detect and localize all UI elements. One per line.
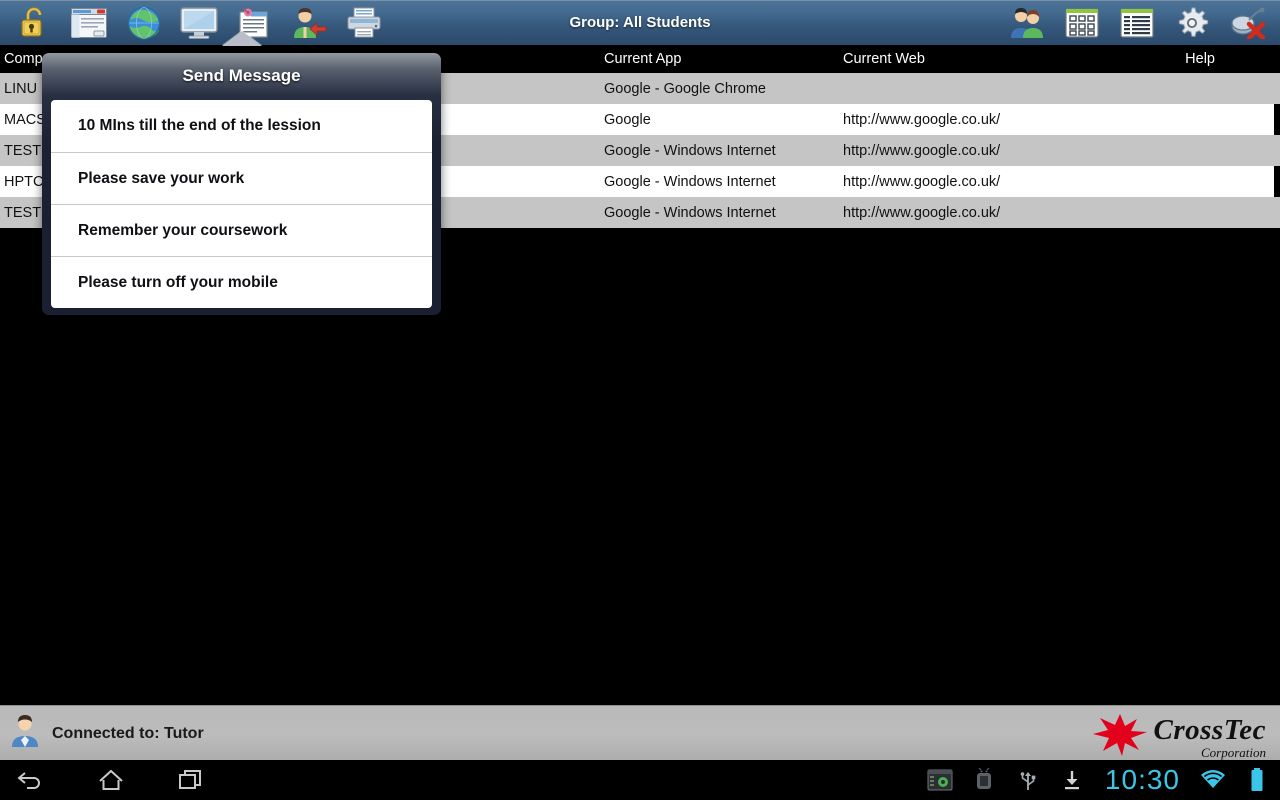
keypad-icon[interactable]	[1054, 0, 1109, 45]
android-usb-icon[interactable]	[969, 765, 999, 795]
web-restrict-icon[interactable]	[116, 0, 171, 45]
usb-icon[interactable]	[1013, 765, 1043, 795]
back-arrow-icon[interactable]	[10, 760, 52, 800]
popup-message-item[interactable]: 10 MIns till the end of the lession	[51, 100, 432, 152]
cell-help	[1130, 73, 1270, 104]
cell-help	[1130, 166, 1270, 197]
top-toolbar: Group: All Students	[0, 0, 1280, 45]
toolbar-left-group	[6, 0, 391, 45]
wifi-icon[interactable]	[1198, 765, 1228, 795]
cell-current-app: Google - Windows Internet	[604, 142, 776, 159]
toolbar-right-group	[999, 0, 1274, 45]
cell-help	[1130, 197, 1270, 228]
cell-current-app: Google - Windows Internet	[604, 173, 776, 190]
list-view-icon[interactable]	[1109, 0, 1164, 45]
blank-screen-icon[interactable]	[61, 0, 116, 45]
download-icon[interactable]	[1057, 765, 1087, 795]
students-icon[interactable]	[999, 0, 1054, 45]
popup-message-list: 10 MIns till the end of the lession Plea…	[51, 100, 432, 308]
cell-current-web: http://www.google.co.uk/	[843, 111, 1001, 128]
connection-status: Connected to: Tutor	[10, 706, 204, 761]
settings-gear-icon[interactable]	[1164, 0, 1219, 45]
popup-message-item[interactable]: Please save your work	[51, 152, 432, 204]
nav-buttons	[10, 760, 212, 800]
column-header-current-app[interactable]: Current App	[604, 45, 834, 73]
cell-current-app: Google	[604, 111, 651, 128]
status-bar: Connected to: Tutor CrossTec Corporation	[0, 705, 1280, 760]
user-avatar-icon	[10, 714, 40, 753]
popup-caret-icon	[222, 31, 262, 46]
cell-current-web: http://www.google.co.uk/	[843, 204, 1001, 221]
cell-current-web	[843, 73, 1123, 104]
popup-message-item[interactable]: Please turn off your mobile	[51, 256, 432, 308]
recent-apps-icon[interactable]	[170, 760, 212, 800]
disconnect-icon[interactable]	[1219, 0, 1274, 45]
system-tray: 10:30	[925, 760, 1272, 800]
screenshot-icon[interactable]	[925, 765, 955, 795]
send-message-popup: Send Message 10 MIns till the end of the…	[42, 53, 441, 315]
popup-title: Send Message	[182, 66, 301, 85]
column-header-help[interactable]: Help	[1130, 45, 1270, 73]
home-icon[interactable]	[90, 760, 132, 800]
crosstec-logo: CrossTec Corporation	[1092, 713, 1267, 762]
column-header-current-web[interactable]: Current Web	[843, 45, 1123, 73]
app-root: Group: All Students Comp Current App Cur…	[0, 0, 1280, 800]
battery-icon[interactable]	[1242, 765, 1272, 795]
android-nav-bar: 10:30	[0, 760, 1280, 800]
unlock-icon[interactable]	[6, 0, 61, 45]
cell-current-app: Google - Google Chrome	[604, 80, 766, 97]
cell-help	[1130, 104, 1270, 135]
brand-name: CrossTec	[1153, 714, 1266, 746]
status-text: Connected to: Tutor	[52, 724, 204, 742]
clock[interactable]: 10:30	[1101, 766, 1184, 794]
brand-subtitle: Corporation	[1200, 745, 1266, 760]
cell-current-web: http://www.google.co.uk/	[843, 173, 1001, 190]
popup-message-item[interactable]: Remember your coursework	[51, 204, 432, 256]
print-icon[interactable]	[336, 0, 391, 45]
cell-help	[1130, 135, 1270, 166]
cell-current-web: http://www.google.co.uk/	[843, 142, 1001, 159]
crosstec-star-icon	[1092, 713, 1148, 762]
crosstec-wordmark: CrossTec Corporation	[1153, 714, 1267, 760]
show-screen-icon[interactable]	[171, 0, 226, 45]
request-help-icon[interactable]	[281, 0, 336, 45]
cell-current-app: Google - Windows Internet	[604, 204, 776, 221]
